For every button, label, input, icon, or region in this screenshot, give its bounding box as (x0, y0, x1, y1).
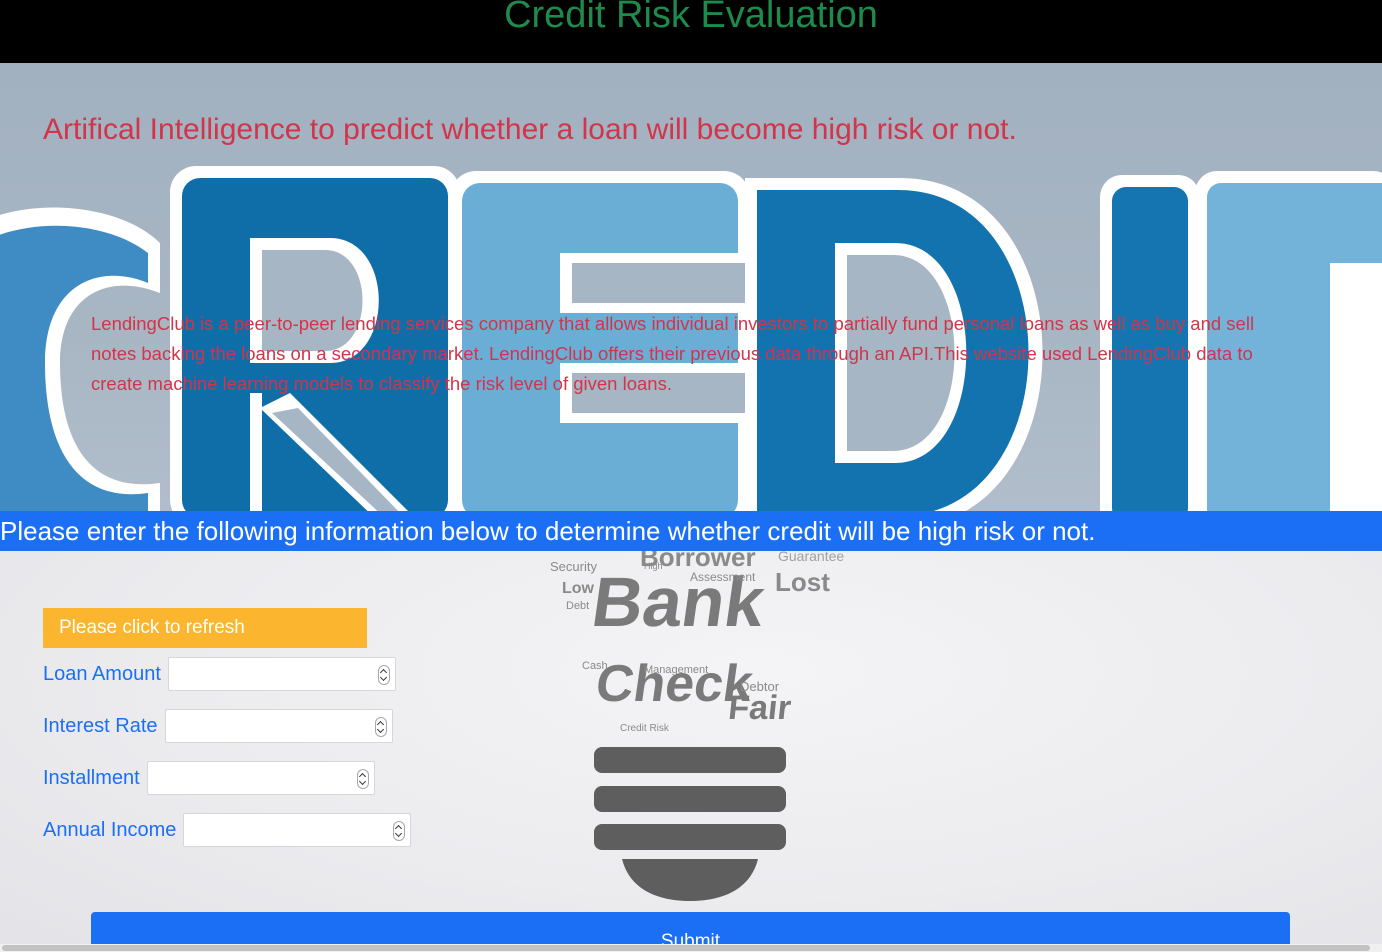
bulb-word: Low (562, 580, 595, 597)
bulb-word: Guarantee (778, 551, 844, 564)
installment-label: Installment (43, 766, 140, 789)
number-stepper-icon[interactable] (393, 821, 406, 841)
installment-input[interactable] (146, 761, 375, 795)
interest-rate-row: Interest Rate (43, 708, 393, 744)
hero-description: LendingClub is a peer-to-peer lending se… (91, 313, 1255, 394)
bulb-word: Debtor (740, 679, 780, 694)
loan-amount-row: Loan Amount (43, 656, 396, 692)
lightbulb-word-cloud-illustration: Bank Check Fair Borrower Lost Low Securi… (550, 551, 844, 901)
interest-rate-input[interactable] (164, 709, 393, 743)
hero-banner: Artifical Intelligence to predict whethe… (0, 63, 1382, 511)
bulb-word: Fair (727, 689, 793, 727)
scrollbar-thumb[interactable] (2, 945, 1370, 951)
interest-rate-label: Interest Rate (43, 714, 158, 737)
annual-income-label: Annual Income (43, 818, 177, 841)
number-stepper-icon[interactable] (356, 769, 369, 789)
bulb-word: Credit Risk (620, 723, 670, 734)
instruction-text: Please enter the following information b… (0, 516, 1096, 546)
hero-heading: Artifical Intelligence to predict whethe… (43, 113, 1017, 146)
annual-income-row: Annual Income (43, 812, 412, 848)
bulb-word: Assessment (690, 570, 756, 584)
bulb-word: Management (644, 664, 708, 676)
horizontal-scrollbar[interactable] (0, 944, 1382, 952)
annual-income-input[interactable] (183, 813, 412, 847)
instruction-band: Please enter the following information b… (0, 511, 1382, 551)
refresh-button[interactable]: Please click to refresh (43, 608, 367, 648)
number-stepper-icon[interactable] (374, 717, 387, 737)
bulb-word: Lost (775, 567, 830, 597)
form-section: Bank Check Fair Borrower Lost Low Securi… (0, 551, 1382, 952)
bulb-word: Cash (582, 660, 608, 672)
loan-amount-label: Loan Amount (43, 662, 161, 685)
bulb-word: Debt (566, 600, 589, 612)
page-title: Credit Risk Evaluation (504, 0, 878, 36)
bulb-word: High (644, 561, 663, 571)
bulb-base (594, 747, 786, 901)
number-stepper-icon[interactable] (377, 665, 390, 685)
loan-amount-input[interactable] (167, 657, 396, 691)
bulb-word: Security (550, 559, 597, 574)
top-header-bar: Credit Risk Evaluation (0, 0, 1382, 63)
installment-row: Installment (43, 760, 375, 796)
page: Credit Risk Evaluation Artifical Intelli… (0, 0, 1382, 952)
